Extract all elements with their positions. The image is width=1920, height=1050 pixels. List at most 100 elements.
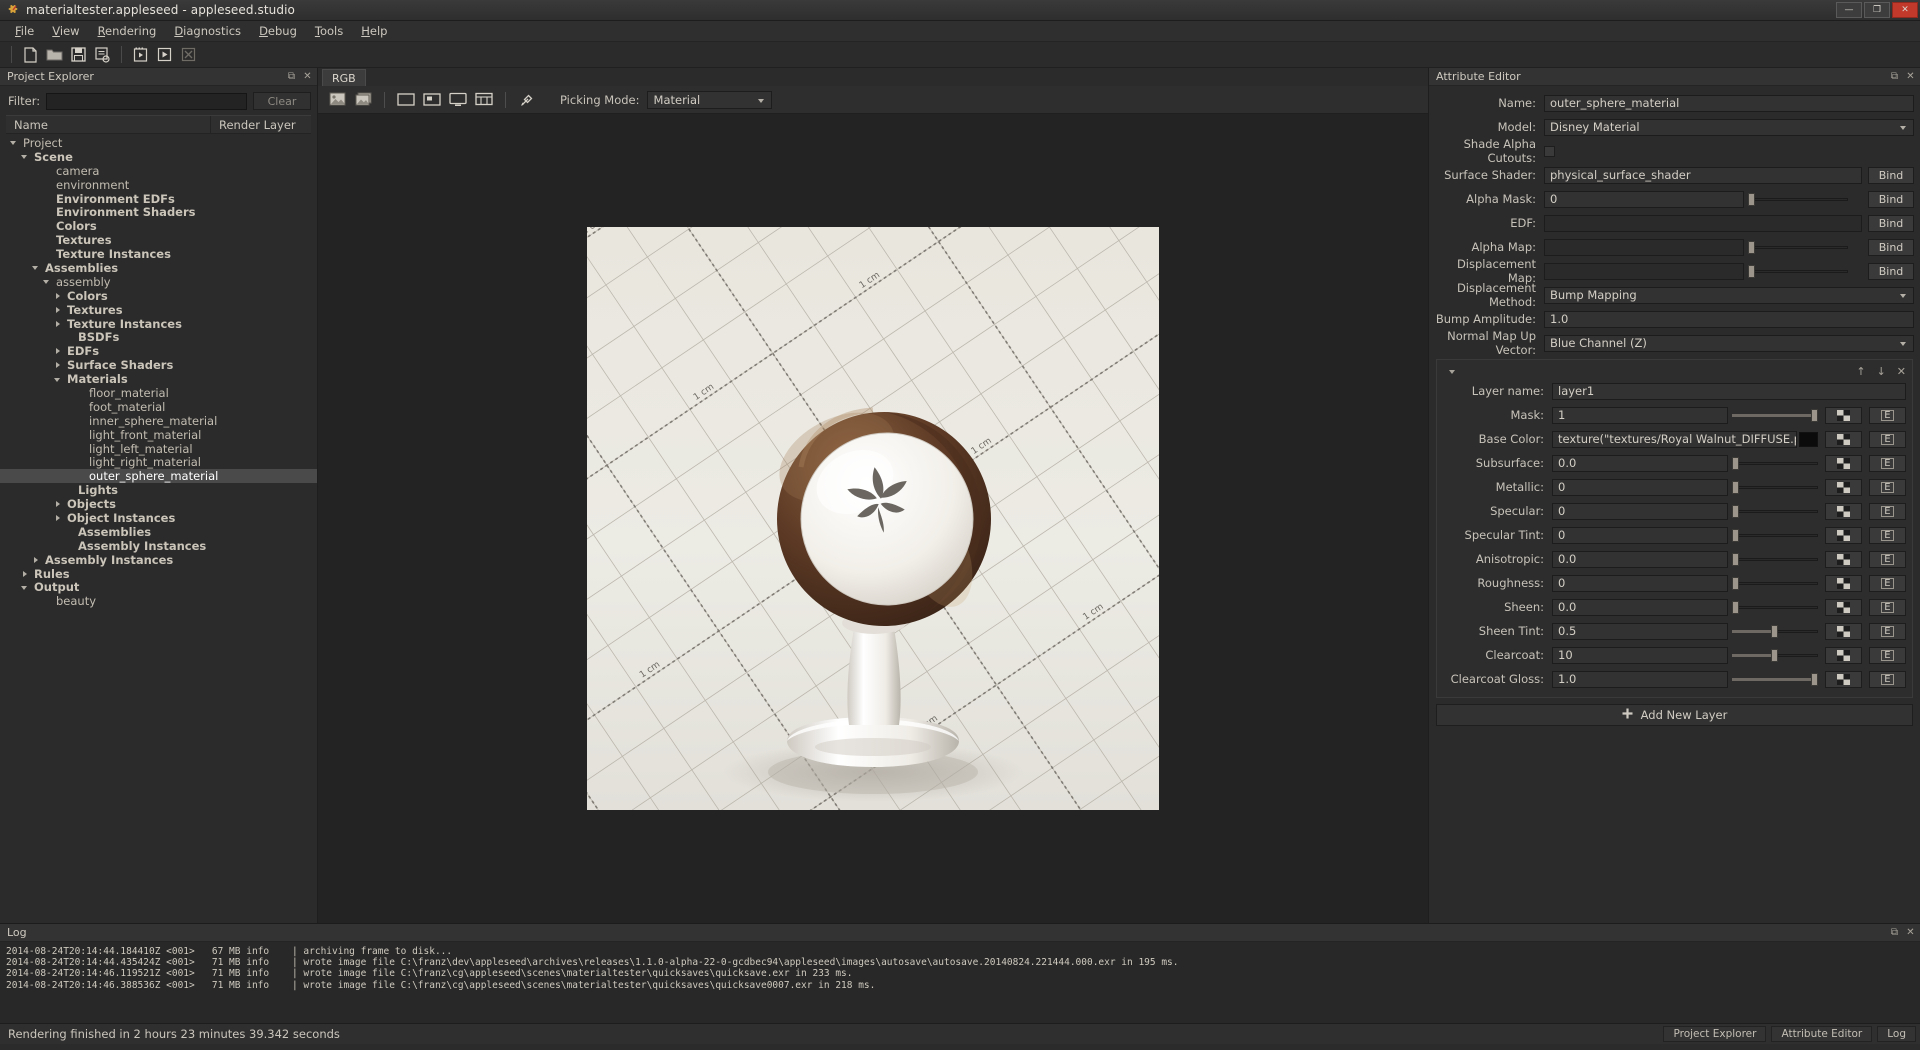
layer-param-input-clearcoat[interactable]: 10	[1552, 646, 1728, 664]
chevron-right-icon[interactable]	[54, 291, 63, 300]
stop-rendering-button[interactable]	[178, 44, 199, 65]
texture-bind-button-roughness[interactable]	[1824, 574, 1862, 592]
slider-handle[interactable]	[1771, 624, 1779, 638]
tree-item-light-front-material[interactable]: light_front_material	[0, 428, 317, 442]
slider-handle[interactable]	[1810, 408, 1818, 422]
tree-item-beauty[interactable]: beauty	[0, 594, 317, 608]
tree-item-surface-shaders[interactable]: Surface Shaders	[0, 358, 317, 372]
chevron-right-icon[interactable]	[54, 305, 63, 314]
tree-item-texture-instances[interactable]: Texture Instances	[0, 247, 317, 261]
layer-param-slider-sheen[interactable]	[1731, 600, 1818, 614]
layer-param-input-sheen-tint[interactable]: 0.5	[1552, 622, 1728, 640]
chevron-right-icon[interactable]	[54, 500, 63, 509]
expression-editor-button-anisotropic[interactable]: E	[1868, 550, 1907, 568]
layer-param-slider-sheen-tint[interactable]	[1731, 624, 1818, 638]
clear-filter-button[interactable]: Clear	[253, 92, 311, 110]
slider-handle[interactable]	[1748, 264, 1755, 278]
add-new-layer-button[interactable]: Add New Layer	[1436, 704, 1913, 726]
layer-param-slider-clearcoat[interactable]	[1731, 648, 1818, 662]
chevron-down-icon[interactable]	[32, 263, 41, 272]
column-header-name[interactable]: Name	[6, 116, 211, 133]
tree-item-textures[interactable]: Textures	[0, 233, 317, 247]
texture-bind-button-subsurface[interactable]	[1824, 454, 1862, 472]
tree-item-camera[interactable]: camera	[0, 164, 317, 178]
slider-handle[interactable]	[1771, 648, 1779, 662]
expression-editor-button-metallic[interactable]: E	[1868, 478, 1907, 496]
tree-item-edfs[interactable]: EDFs	[0, 344, 317, 358]
move-layer-up-icon[interactable]: ↑	[1856, 365, 1865, 378]
tree-item-assembly-instances[interactable]: Assembly Instances	[0, 553, 317, 567]
tree-item-assembly[interactable]: assembly	[0, 275, 317, 289]
tree-item-light-left-material[interactable]: light_left_material	[0, 442, 317, 456]
layer-param-input-mask[interactable]: 1	[1552, 406, 1728, 424]
slider-handle[interactable]	[1731, 456, 1739, 470]
tree-item-floor-material[interactable]: floor_material	[0, 386, 317, 400]
texture-bind-button-clearcoat-gloss[interactable]	[1824, 670, 1862, 688]
minimize-button[interactable]: —	[1836, 2, 1862, 18]
slider-handle[interactable]	[1731, 528, 1739, 542]
bind-button-displacement-map[interactable]: Bind	[1868, 262, 1914, 280]
checkbox-shade-alpha-cutouts[interactable]	[1544, 145, 1555, 157]
slider-handle[interactable]	[1731, 576, 1739, 590]
expression-editor-button-sheen[interactable]: E	[1868, 598, 1907, 616]
texture-bind-button-base-color[interactable]	[1825, 430, 1863, 448]
close-panel-icon[interactable]: ✕	[1905, 927, 1916, 938]
tree-item-rules[interactable]: Rules	[0, 567, 317, 581]
select-displacement-method[interactable]: Bump Mapping	[1544, 286, 1914, 304]
status-button-project-explorer[interactable]: Project Explorer	[1663, 1026, 1767, 1042]
maximize-button[interactable]: ❐	[1864, 2, 1890, 18]
monitor-icon[interactable]	[447, 90, 469, 110]
eyedropper-icon[interactable]	[516, 90, 538, 110]
chevron-right-icon[interactable]	[54, 513, 63, 522]
color-swatch-base-color[interactable]	[1799, 431, 1819, 447]
slider-handle[interactable]	[1731, 480, 1739, 494]
tree-item-outer-sphere-material[interactable]: outer_sphere_material	[0, 469, 317, 483]
expression-editor-button-base-color[interactable]: E	[1869, 430, 1907, 448]
open-project-button[interactable]	[44, 44, 65, 65]
slider-alpha-map[interactable]	[1748, 240, 1848, 254]
chevron-right-icon[interactable]	[54, 319, 63, 328]
layer-param-slider-metallic[interactable]	[1731, 480, 1818, 494]
chevron-right-icon[interactable]	[54, 361, 63, 370]
layer-param-slider-mask[interactable]	[1731, 408, 1818, 422]
menu-rendering[interactable]: Rendering	[89, 22, 166, 40]
layer-param-input-metallic[interactable]: 0	[1552, 478, 1728, 496]
tree-item-assemblies[interactable]: Assemblies	[0, 261, 317, 275]
slider-handle[interactable]	[1731, 552, 1739, 566]
tree-item-light-right-material[interactable]: light_right_material	[0, 455, 317, 469]
layer-param-input-anisotropic[interactable]: 0.0	[1552, 550, 1728, 568]
layer-param-input-subsurface[interactable]: 0.0	[1552, 454, 1728, 472]
tree-item-scene[interactable]: Scene	[0, 150, 317, 164]
chevron-right-icon[interactable]	[21, 569, 30, 578]
bind-button-alpha-map[interactable]: Bind	[1868, 238, 1914, 256]
chevron-down-icon[interactable]	[1449, 369, 1455, 374]
chevron-down-icon[interactable]	[10, 138, 19, 147]
input-name[interactable]: outer_sphere_material	[1544, 94, 1914, 112]
slider-handle[interactable]	[1731, 504, 1739, 518]
chevron-down-icon[interactable]	[21, 583, 30, 592]
layer-param-input-base-color[interactable]: texture("textures/Royal Walnut_DIFFUSE.p…	[1552, 430, 1798, 448]
filmstrip-icon[interactable]	[473, 90, 495, 110]
tree-item-textures[interactable]: Textures	[0, 303, 317, 317]
chevron-right-icon[interactable]	[32, 555, 41, 564]
menu-view[interactable]: View	[43, 22, 88, 40]
scene-tree[interactable]: Project Scene camera environment Environment…	[0, 134, 317, 923]
filter-input[interactable]	[46, 92, 247, 110]
layer-param-slider-subsurface[interactable]	[1731, 456, 1818, 470]
slider-handle[interactable]	[1810, 672, 1818, 686]
tree-item-objects[interactable]: Objects	[0, 497, 317, 511]
log-output[interactable]: 2014-08-24T20:14:44.184410Z <001> 67 MB …	[0, 942, 1920, 1023]
layer-param-input-specular-tint[interactable]: 0	[1552, 526, 1728, 544]
expression-editor-button-roughness[interactable]: E	[1868, 574, 1907, 592]
layer-param-input-roughness[interactable]: 0	[1552, 574, 1728, 592]
expression-editor-button-mask[interactable]: E	[1868, 406, 1907, 424]
menu-help[interactable]: Help	[352, 22, 396, 40]
save-aovs-icon[interactable]	[352, 90, 374, 110]
save-project-button[interactable]	[68, 44, 89, 65]
tree-item-output[interactable]: Output	[0, 580, 317, 594]
undock-icon[interactable]: ⧉	[1889, 71, 1900, 82]
input-edf[interactable]	[1544, 214, 1862, 232]
delete-layer-icon[interactable]: ✕	[1897, 365, 1906, 378]
texture-bind-button-sheen-tint[interactable]	[1824, 622, 1862, 640]
save-project-as-button[interactable]	[92, 44, 113, 65]
